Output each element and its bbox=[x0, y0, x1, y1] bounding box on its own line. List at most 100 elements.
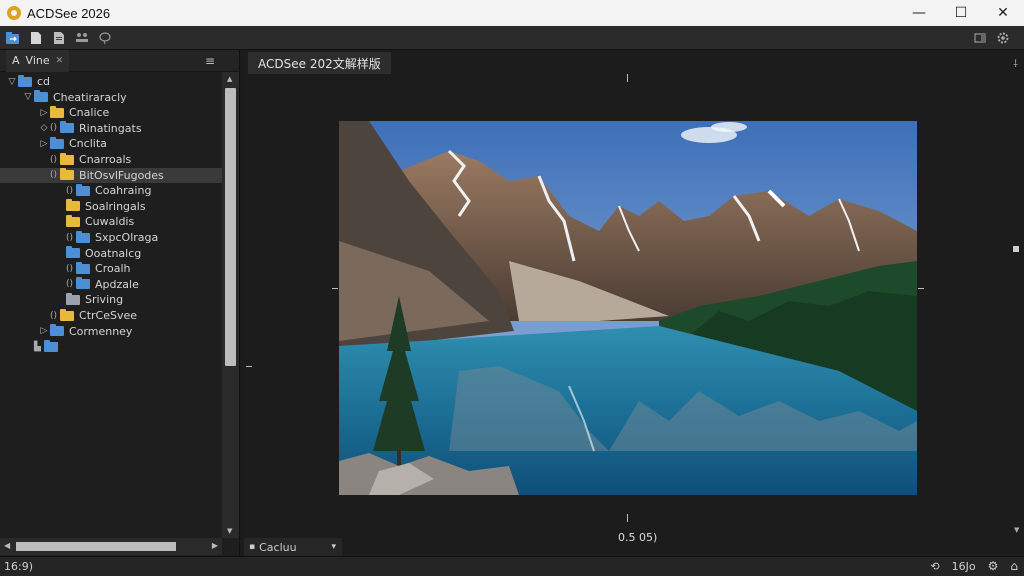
status-right: ⟲ 16Jo ⚙ ⌂ bbox=[930, 559, 1018, 573]
scroll-thumb[interactable] bbox=[225, 88, 236, 366]
folders-panel: A Vine ✕ ≡ ▽ cd ▽ Cheatiraracly ▷ Cnalice ◇() R… bbox=[0, 49, 240, 556]
tree-item-label: Cheatiraracly bbox=[53, 90, 127, 104]
expand-arrow-icon[interactable]: ▽ bbox=[22, 92, 34, 102]
tree-item-label: Cuwaldis bbox=[85, 215, 135, 229]
main-toolbar bbox=[0, 26, 1024, 50]
photo-left-tick bbox=[332, 288, 338, 289]
expand-arrow-icon[interactable]: ▷ bbox=[38, 326, 50, 336]
tree-item[interactable]: ◇() Rinatingats bbox=[0, 121, 222, 136]
tree-marker: () bbox=[50, 123, 58, 134]
tree-item[interactable]: Cuwaldis bbox=[0, 214, 222, 229]
hscroll-thumb[interactable] bbox=[16, 542, 176, 551]
folder-icon[interactable] bbox=[28, 30, 44, 46]
top-guide-tick bbox=[627, 74, 628, 82]
tree-item[interactable]: ▙ bbox=[0, 339, 222, 354]
image-viewer: ACDSee 202文解样版 ⸸ ▼ 0.5 05) ▪ Cacluu ▾ bbox=[242, 50, 1024, 556]
folder-icon bbox=[66, 292, 80, 305]
view-mode-select[interactable]: ▪ Cacluu ▾ bbox=[244, 538, 342, 556]
tree-item[interactable]: () Cnarroals bbox=[0, 152, 222, 167]
tree-item-label: Cormenney bbox=[69, 324, 133, 338]
tree-item-label: CtrCeSvee bbox=[79, 309, 138, 322]
chevron-down-icon: ▾ bbox=[331, 542, 336, 552]
expand-arrow-icon[interactable]: ▽ bbox=[6, 77, 18, 87]
folder-icon bbox=[43, 339, 58, 352]
photo-right-tick bbox=[918, 288, 924, 289]
tab-document[interactable]: ACDSee 202文解样版 bbox=[248, 52, 391, 74]
folder-icon bbox=[76, 183, 91, 196]
folder-icon bbox=[66, 199, 80, 212]
tree-item-label: cd bbox=[37, 75, 51, 88]
tree-item[interactable]: () CtrCeSvee bbox=[0, 308, 222, 323]
expand-arrow-icon[interactable]: ◇ bbox=[38, 123, 50, 133]
side-marker bbox=[1013, 246, 1019, 252]
tab-prefix: A bbox=[12, 54, 20, 67]
tree-item[interactable]: () Croalh bbox=[0, 261, 222, 276]
folder-icon bbox=[60, 121, 75, 134]
tree-vertical-scrollbar[interactable]: ▲ ▼ bbox=[222, 72, 239, 538]
app-logo-icon bbox=[7, 6, 21, 20]
scroll-up-icon[interactable]: ▲ bbox=[227, 75, 232, 83]
tree-item[interactable]: ▷ Cnclita bbox=[0, 136, 222, 151]
scroll-left-icon[interactable]: ◀ bbox=[4, 541, 10, 550]
tree-item-label: Cnalice bbox=[69, 106, 110, 120]
tree-marker: () bbox=[50, 154, 58, 165]
tree-item-label: Ooatnalcg bbox=[85, 246, 142, 260]
minimize-button[interactable]: — bbox=[898, 0, 940, 26]
tree-item-label: BitOsvlFugodes bbox=[79, 168, 164, 182]
tree-item[interactable]: () Coahraing bbox=[0, 183, 222, 198]
close-button[interactable]: ✕ bbox=[982, 0, 1024, 26]
tab-close-icon[interactable]: ✕ bbox=[56, 56, 64, 66]
file-icon[interactable] bbox=[51, 30, 67, 46]
gear-icon[interactable]: ⚙ bbox=[988, 559, 999, 573]
panel-header: A Vine ✕ bbox=[0, 49, 239, 72]
view-mode-icon: ▪ bbox=[249, 542, 256, 552]
tree-marker: () bbox=[66, 185, 74, 196]
mountain-lake-photo[interactable] bbox=[339, 121, 917, 495]
toolbar-right bbox=[972, 30, 1018, 46]
viewer-scroll-down-icon[interactable]: ▼ bbox=[1014, 526, 1019, 534]
expand-arrow-icon[interactable]: ▷ bbox=[38, 139, 50, 149]
settings-icon[interactable] bbox=[995, 30, 1011, 46]
tree-item[interactable]: Ooatnalcg bbox=[0, 246, 222, 261]
tab-folders[interactable]: A Vine ✕ bbox=[6, 49, 70, 72]
tree-item[interactable]: () SxpcOlraga bbox=[0, 230, 222, 245]
panel-icon[interactable] bbox=[972, 30, 988, 46]
tree-marker: ▙ bbox=[34, 341, 41, 352]
import-icon[interactable] bbox=[5, 30, 21, 46]
rotate-icon[interactable]: ⟲ bbox=[930, 560, 939, 573]
tree-item[interactable]: () BitOsvlFugodes bbox=[0, 167, 222, 183]
folder-icon bbox=[76, 230, 91, 243]
expand-arrow-icon[interactable]: ▷ bbox=[38, 108, 50, 118]
tree-item[interactable]: ▽ cd bbox=[0, 74, 222, 89]
tree-item-label: SxpcOlraga bbox=[95, 231, 159, 244]
window-controls: — ☐ ✕ bbox=[898, 0, 1024, 26]
tree-marker: () bbox=[50, 170, 58, 181]
tree-marker: () bbox=[66, 279, 74, 290]
panel-menu-icon[interactable]: ≡ bbox=[205, 54, 215, 68]
tree-item[interactable]: () Apdzale bbox=[0, 277, 222, 292]
tree-item-label: Coahraing bbox=[95, 184, 152, 198]
zoom-readout: 0.5 05) bbox=[618, 531, 658, 544]
tree-item[interactable]: ▷ Cnalice bbox=[0, 105, 222, 120]
tree-item-label: Soalringals bbox=[85, 199, 146, 213]
tree-item-label: Cnarroals bbox=[79, 153, 132, 166]
tree-item[interactable]: ▽ Cheatiraracly bbox=[0, 90, 222, 105]
tag-icon[interactable] bbox=[97, 30, 113, 46]
pin-icon[interactable]: ⸸ bbox=[1013, 56, 1018, 70]
view-mode-label: Cacluu bbox=[259, 540, 297, 554]
scroll-down-icon[interactable]: ▼ bbox=[227, 527, 232, 535]
home-icon[interactable]: ⌂ bbox=[1010, 559, 1018, 573]
title-bar: ACDSee 2026 — ☐ ✕ bbox=[0, 0, 1024, 26]
folder-icon bbox=[50, 136, 64, 149]
tree-item[interactable]: Sriving bbox=[0, 292, 222, 307]
tree-horizontal-scrollbar[interactable]: ◀ ▶ bbox=[0, 538, 222, 555]
tree-item-label: Sriving bbox=[85, 293, 124, 307]
tree-item-label: Cnclita bbox=[69, 137, 107, 151]
people-icon[interactable] bbox=[74, 30, 90, 46]
status-aspect: 16:9) bbox=[4, 560, 33, 573]
tree-item[interactable]: ▷ Cormenney bbox=[0, 324, 222, 339]
scroll-right-icon[interactable]: ▶ bbox=[212, 541, 218, 550]
tree-item[interactable]: Soalringals bbox=[0, 199, 222, 214]
maximize-button[interactable]: ☐ bbox=[940, 0, 982, 26]
tree-marker: () bbox=[50, 310, 58, 321]
